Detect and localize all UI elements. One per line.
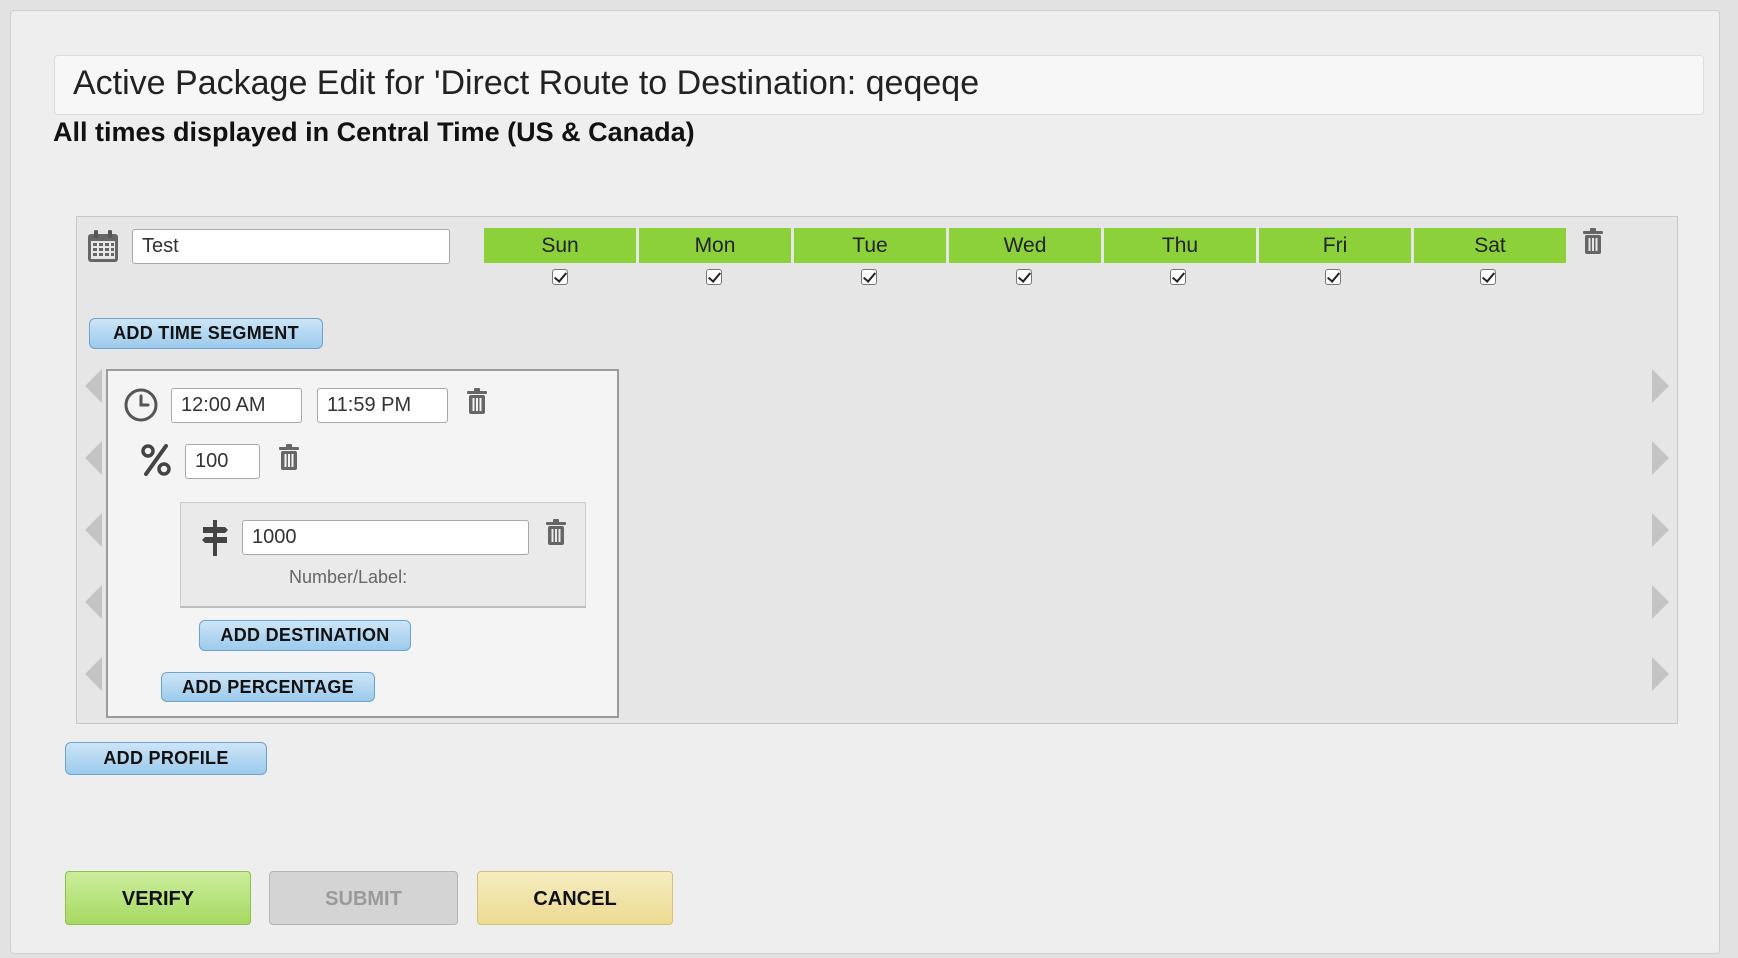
day-header-fri: Fri: [1259, 228, 1411, 263]
add-destination-button[interactable]: ADD DESTINATION: [199, 620, 411, 651]
title-bar: Active Package Edit for 'Direct Route to…: [54, 55, 1704, 115]
signpost-icon: [202, 520, 228, 556]
day-checkbox-fri[interactable]: [1325, 269, 1341, 285]
percentage-input[interactable]: [185, 444, 260, 479]
day-header-tue: Tue: [794, 228, 946, 263]
arrow-right-icon[interactable]: [1652, 657, 1669, 691]
add-profile-button[interactable]: ADD PROFILE: [65, 742, 267, 775]
calendar-icon: [88, 230, 118, 262]
delete-profile-trash-icon[interactable]: [1583, 228, 1603, 254]
delete-percentage-trash-icon[interactable]: [279, 444, 299, 470]
arrow-left-icon[interactable]: [85, 585, 102, 619]
end-time-input[interactable]: [317, 388, 448, 423]
arrow-right-icon[interactable]: [1652, 513, 1669, 547]
delete-destination-trash-icon[interactable]: [546, 519, 566, 545]
percent-icon: [141, 444, 171, 476]
page-frame: Active Package Edit for 'Direct Route to…: [10, 10, 1720, 954]
add-time-segment-button[interactable]: ADD TIME SEGMENT: [89, 318, 323, 349]
day-checkbox-wed[interactable]: [1016, 269, 1032, 285]
arrow-right-icon[interactable]: [1652, 369, 1669, 403]
profile-name-input[interactable]: [132, 229, 450, 264]
verify-button[interactable]: VERIFY: [65, 871, 251, 925]
day-checkbox-mon[interactable]: [706, 269, 722, 285]
day-header-thu: Thu: [1104, 228, 1256, 263]
start-time-input[interactable]: [171, 388, 302, 423]
destination-panel: Number/Label:: [180, 502, 586, 608]
cancel-button[interactable]: CANCEL: [477, 871, 673, 925]
add-percentage-button[interactable]: ADD PERCENTAGE: [161, 672, 375, 702]
day-checkbox-tue[interactable]: [861, 269, 877, 285]
day-checkbox-sun[interactable]: [552, 269, 568, 285]
profile-panel: Sun Mon Tue Wed Thu Fri Sat ADD TIME SEG…: [76, 216, 1678, 724]
submit-button[interactable]: SUBMIT: [269, 871, 458, 925]
day-header-sun: Sun: [484, 228, 636, 263]
day-header-sat: Sat: [1414, 228, 1566, 263]
day-header-wed: Wed: [949, 228, 1101, 263]
delete-segment-trash-icon[interactable]: [467, 388, 487, 414]
arrow-left-icon[interactable]: [85, 513, 102, 547]
arrow-right-icon[interactable]: [1652, 441, 1669, 475]
day-header-mon: Mon: [639, 228, 791, 263]
arrow-left-icon[interactable]: [85, 441, 102, 475]
destination-caption: Number/Label:: [289, 567, 408, 587]
day-checkbox-thu[interactable]: [1170, 269, 1186, 285]
day-checkbox-sat[interactable]: [1480, 269, 1496, 285]
arrow-left-icon[interactable]: [85, 657, 102, 691]
timezone-note: All times displayed in Central Time (US …: [53, 117, 695, 147]
arrow-left-icon[interactable]: [85, 369, 102, 403]
clock-icon: [124, 388, 158, 422]
arrow-right-icon[interactable]: [1652, 585, 1669, 619]
page-title: Active Package Edit for 'Direct Route to…: [73, 64, 980, 102]
destination-input[interactable]: [242, 520, 529, 555]
time-segment-panel: Number/Label: ADD DESTINATION ADD PERCEN…: [106, 369, 619, 718]
